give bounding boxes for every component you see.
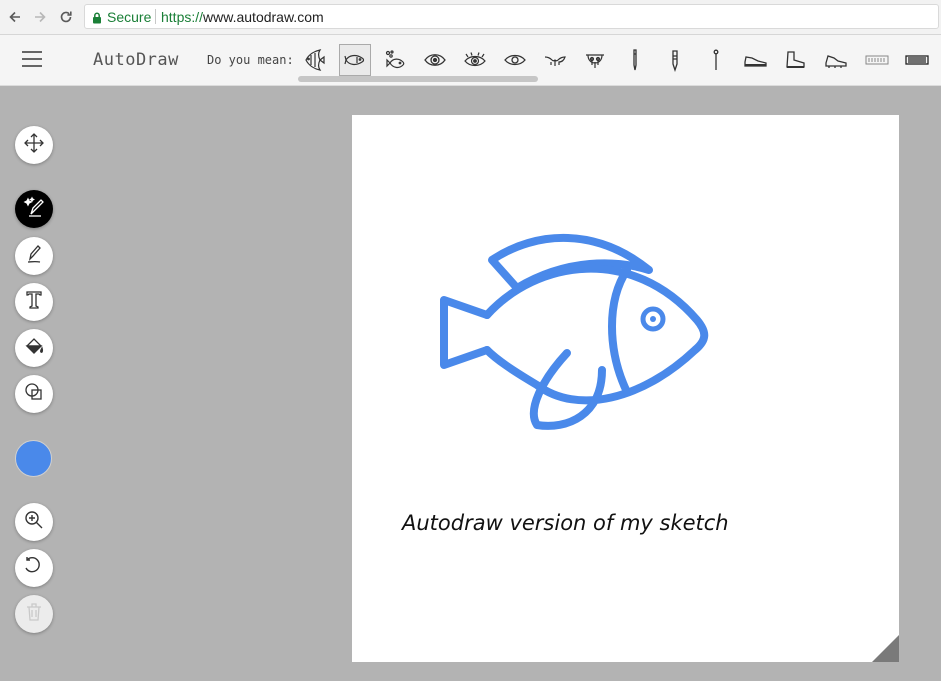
suggestion-cleat-icon[interactable] — [820, 44, 852, 76]
move-tool-button[interactable] — [15, 126, 53, 164]
suggestion-mustache-icon[interactable] — [539, 44, 571, 76]
app-toolbar: AutoDraw Do you mean: — [0, 35, 941, 86]
suggestion-crayon-icon[interactable] — [659, 44, 691, 76]
suggestion-angelfish-icon[interactable] — [298, 44, 330, 76]
autodraw-icon — [23, 196, 45, 223]
fill-tool-button[interactable] — [15, 329, 53, 367]
url-text: https://www.autodraw.com — [161, 9, 324, 25]
suggestion-fish-bubbles-icon[interactable] — [379, 44, 411, 76]
suggestion-eye-outline-icon[interactable] — [499, 44, 531, 76]
reload-icon[interactable] — [56, 7, 76, 27]
zoom-in-icon — [23, 509, 45, 536]
suggestion-sneaker-icon[interactable] — [740, 44, 772, 76]
draw-icon — [23, 243, 45, 270]
draw-tool-button[interactable] — [15, 237, 53, 275]
trash-icon — [23, 601, 45, 628]
address-bar[interactable]: Secure https://www.autodraw.com — [84, 4, 939, 29]
suggestion-fish-icon[interactable] — [339, 44, 371, 76]
type-icon — [23, 289, 45, 316]
suggestion-keyboard-icon[interactable] — [861, 44, 893, 76]
fill-icon — [23, 335, 45, 362]
shape-tool-button[interactable] — [15, 375, 53, 413]
drawing-canvas[interactable]: Autodraw version of my sketch — [352, 115, 899, 662]
undo-icon — [23, 555, 45, 582]
autodraw-tool-button[interactable] — [15, 190, 53, 228]
suggestion-pin-icon[interactable] — [700, 44, 732, 76]
undo-button[interactable] — [15, 549, 53, 587]
suggestion-eye-icon[interactable] — [419, 44, 451, 76]
suggestion-eye-lashes-icon[interactable] — [459, 44, 491, 76]
color-swatch[interactable] — [15, 440, 52, 477]
address-separator — [155, 9, 156, 24]
shape-icon — [23, 381, 45, 408]
fish-drawing[interactable] — [427, 220, 727, 440]
forward-icon[interactable] — [30, 7, 50, 27]
suggestion-pen-icon[interactable] — [619, 44, 651, 76]
move-icon — [23, 132, 45, 159]
url-scheme: https:// — [161, 9, 204, 25]
zoom-button[interactable] — [15, 503, 53, 541]
suggest-label: Do you mean: — [207, 53, 294, 67]
app-title: AutoDraw — [93, 50, 179, 70]
lock-icon — [92, 11, 102, 29]
suggestion-bra-icon[interactable] — [579, 44, 611, 76]
browser-chrome: Secure https://www.autodraw.com — [0, 0, 941, 35]
canvas-resize-handle[interactable] — [872, 635, 899, 662]
secure-label: Secure — [107, 9, 152, 25]
canvas-caption[interactable]: Autodraw version of my sketch — [402, 511, 729, 535]
back-icon[interactable] — [5, 7, 25, 27]
suggestion-keyboard-dark-icon[interactable] — [901, 44, 933, 76]
suggestions-scrollbar[interactable] — [298, 76, 538, 82]
type-tool-button[interactable] — [15, 283, 53, 321]
url-host: www.autodraw.com — [203, 9, 324, 25]
delete-button[interactable] — [15, 595, 53, 633]
menu-icon[interactable] — [22, 51, 42, 69]
suggestion-boot-icon[interactable] — [780, 44, 812, 76]
